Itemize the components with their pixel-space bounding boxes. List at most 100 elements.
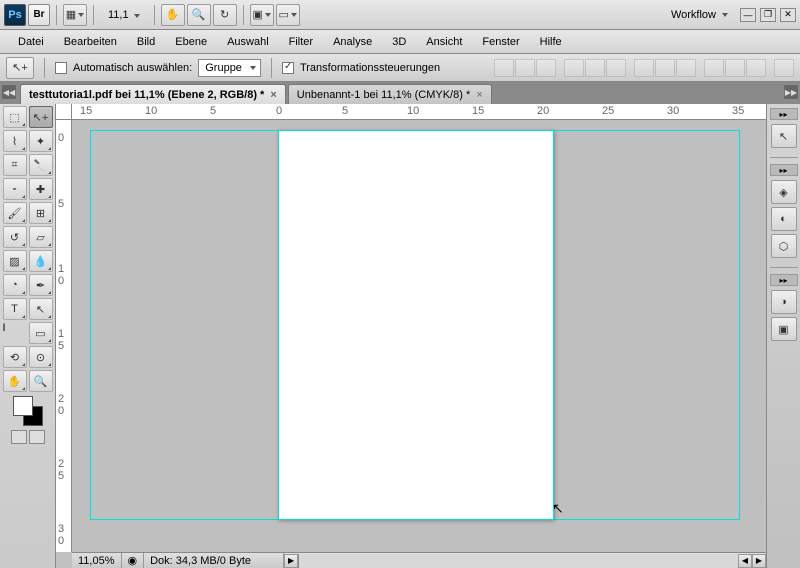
align-hcenter-button[interactable] xyxy=(585,59,605,77)
wand-tool[interactable]: ✦ xyxy=(29,130,53,152)
menu-filter[interactable]: Filter xyxy=(279,33,323,51)
dock-collapse-button[interactable]: ▸▸ xyxy=(770,108,798,120)
document-tab[interactable]: Unbenannt-1 bei 11,1% (CMYK/8) * × xyxy=(288,84,492,104)
align-left-button[interactable] xyxy=(564,59,584,77)
scroll-right-icon[interactable]: ▶ xyxy=(284,554,298,568)
rotate-view-button[interactable]: ↻ xyxy=(213,4,237,26)
zoom-level[interactable]: 11,1 xyxy=(100,9,148,21)
3d-tool[interactable]: ⟲ xyxy=(3,346,27,368)
move-tool[interactable]: ↖+ xyxy=(29,106,53,128)
healing-tool[interactable]: ✚ xyxy=(29,178,53,200)
vertical-ruler[interactable]: 0 5 1 0 1 5 2 0 2 5 3 0 xyxy=(56,120,72,552)
auto-align-button[interactable] xyxy=(774,59,794,77)
ruler-origin[interactable] xyxy=(56,104,72,120)
horizontal-scrollbar[interactable] xyxy=(298,554,738,568)
blur-tool[interactable]: 💧 xyxy=(29,250,53,272)
menu-auswahl[interactable]: Auswahl xyxy=(217,33,279,51)
eyedropper-icon: ⁃ xyxy=(12,183,18,196)
distribute-vcenter-button[interactable] xyxy=(655,59,675,77)
distribute-hcenter-button[interactable] xyxy=(725,59,745,77)
screen-mode-button[interactable]: ▭ xyxy=(276,4,300,26)
dock-collapse-button[interactable]: ▸▸ xyxy=(770,164,798,176)
channels-panel-button[interactable]: ◐ xyxy=(771,207,797,231)
history-dropdown[interactable]: ▦ xyxy=(63,4,87,26)
bridge-icon[interactable]: Br xyxy=(28,4,50,26)
zoom-tool-button[interactable]: 🔍 xyxy=(187,4,211,26)
menu-datei[interactable]: Datei xyxy=(8,33,54,51)
maximize-button[interactable]: ❐ xyxy=(760,8,776,22)
eyedropper-tool[interactable]: ⁃ xyxy=(3,178,27,200)
align-bottom-button[interactable] xyxy=(536,59,556,77)
arrange-docs-button[interactable]: ▣ xyxy=(250,4,274,26)
menu-ansicht[interactable]: Ansicht xyxy=(416,33,472,51)
menu-analyse[interactable]: Analyse xyxy=(323,33,382,51)
quickmask-mode-button[interactable] xyxy=(29,430,45,444)
rectangle-icon: ▭ xyxy=(35,327,45,340)
3d-camera-tool[interactable]: ⊙ xyxy=(29,346,53,368)
align-right-button[interactable] xyxy=(606,59,626,77)
paths-panel-button[interactable]: ⬡ xyxy=(771,234,797,258)
marquee-tool[interactable]: ⬚ xyxy=(3,106,27,128)
zoom-tool[interactable]: 🔍 xyxy=(29,370,53,392)
path-select-tool[interactable]: ↖ xyxy=(29,298,53,320)
distribute-top-button[interactable] xyxy=(634,59,654,77)
panel-button[interactable]: ↖ xyxy=(771,124,797,148)
history-brush-tool[interactable]: ↺ xyxy=(3,226,27,248)
scroll-left-arrow[interactable]: ◀ xyxy=(738,554,752,568)
auto-select-checkbox[interactable] xyxy=(55,62,67,74)
minimize-button[interactable]: — xyxy=(740,8,756,22)
status-info-icon[interactable]: ◉ xyxy=(122,553,145,568)
menu-bearbeiten[interactable]: Bearbeiten xyxy=(54,33,127,51)
pen-tool[interactable]: ✒ xyxy=(29,274,53,296)
stamp-tool[interactable]: ⊞ xyxy=(29,202,53,224)
menu-fenster[interactable]: Fenster xyxy=(472,33,529,51)
align-vcenter-button[interactable] xyxy=(515,59,535,77)
menu-ebene[interactable]: Ebene xyxy=(165,33,217,51)
align-top-button[interactable] xyxy=(494,59,514,77)
brush-tool[interactable]: 🖌 xyxy=(3,202,27,224)
gradient-tool[interactable]: ▨ xyxy=(3,250,27,272)
tab-close-icon[interactable]: × xyxy=(476,89,482,101)
tool-preset-picker[interactable]: ↖+ xyxy=(6,57,34,79)
type-tool[interactable]: T xyxy=(3,298,27,320)
menu-3d[interactable]: 3D xyxy=(382,33,416,51)
canvas[interactable]: ↖ xyxy=(72,120,766,552)
scroll-right-arrow[interactable]: ▶ xyxy=(752,554,766,568)
ps-logo-icon[interactable]: Ps xyxy=(4,4,26,26)
distribute-bottom-button[interactable] xyxy=(676,59,696,77)
shape-tool[interactable]: ▭ xyxy=(29,322,53,344)
foreground-color[interactable] xyxy=(13,396,33,416)
menu-hilfe[interactable]: Hilfe xyxy=(530,33,572,51)
tab-close-icon[interactable]: × xyxy=(270,89,276,101)
guide-inner xyxy=(278,130,554,520)
color-swatches[interactable] xyxy=(13,396,43,426)
auto-select-dropdown[interactable]: Gruppe xyxy=(198,59,261,77)
document-tab[interactable]: testtutoria1l.pdf bei 11,1% (Ebene 2, RG… xyxy=(20,84,286,104)
document-size[interactable]: Dok: 34,3 MB/0 Byte xyxy=(144,553,284,568)
styles-panel-button[interactable]: ▣ xyxy=(771,317,797,341)
arrow-icon: ↖ xyxy=(779,130,788,143)
standard-mode-button[interactable] xyxy=(11,430,27,444)
slice-tool[interactable]: 🔪 xyxy=(29,154,53,176)
zoom-field[interactable]: 11,05% xyxy=(72,553,122,568)
sphere-icon: ◐ xyxy=(780,213,787,225)
horizontal-ruler[interactable]: 15 10 5 0 5 10 15 20 25 30 35 xyxy=(72,104,766,120)
eraser-tool[interactable]: ▱ xyxy=(29,226,53,248)
crop-tool[interactable]: ⌗ xyxy=(3,154,27,176)
dock-collapse-button[interactable]: ▸▸ xyxy=(770,274,798,286)
distribute-left-button[interactable] xyxy=(704,59,724,77)
tabs-scroll-right[interactable]: ▶▶ xyxy=(784,85,798,99)
lasso-tool[interactable]: ⌇ xyxy=(3,130,27,152)
adjustments-panel-button[interactable]: ◑ xyxy=(771,290,797,314)
distribute-right-button[interactable] xyxy=(746,59,766,77)
close-button[interactable]: ✕ xyxy=(780,8,796,22)
hand-tool[interactable]: ✋ xyxy=(3,370,27,392)
transform-controls-checkbox[interactable] xyxy=(282,62,294,74)
slice-icon: 🔪 xyxy=(34,159,48,172)
tabs-scroll-left[interactable]: ◀◀ xyxy=(2,85,16,99)
menu-bild[interactable]: Bild xyxy=(127,33,165,51)
hand-tool-button[interactable]: ✋ xyxy=(161,4,185,26)
workspace-switcher[interactable]: Workflow xyxy=(663,7,736,23)
dodge-tool[interactable]: ◔ xyxy=(3,274,27,296)
layers-panel-button[interactable]: ◈ xyxy=(771,180,797,204)
